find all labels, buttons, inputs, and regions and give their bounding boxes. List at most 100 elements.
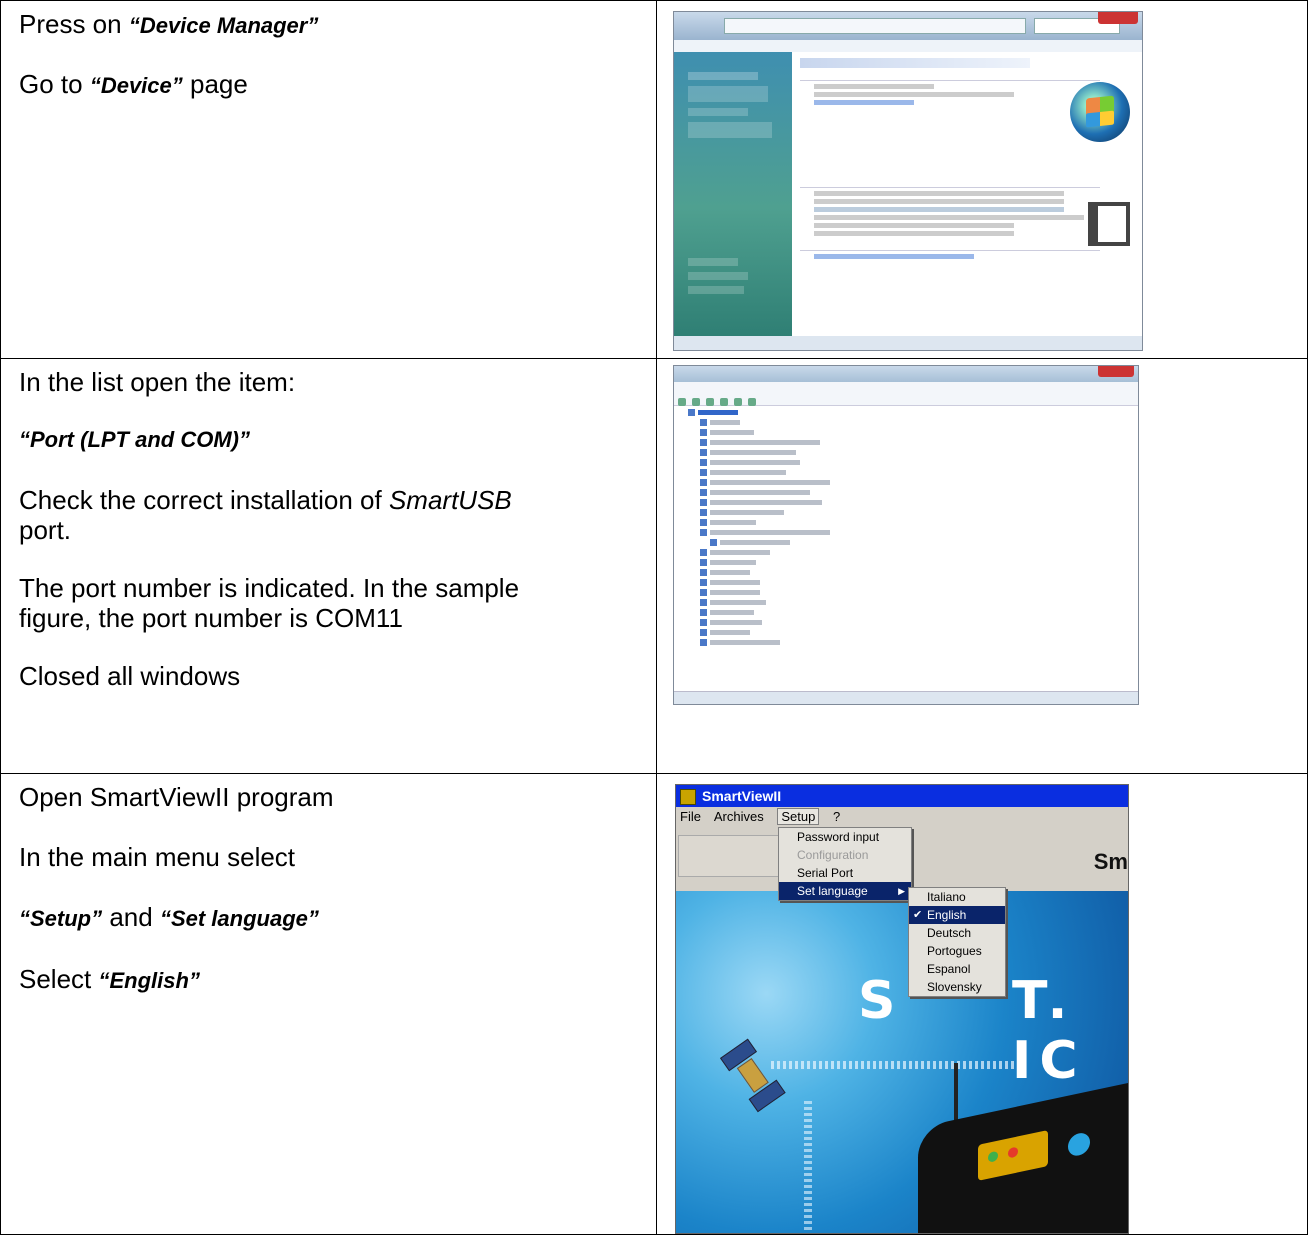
- tree-node-bar: [720, 539, 790, 545]
- close-icon: [1098, 12, 1138, 24]
- language-italiano[interactable]: Italiano: [909, 888, 1005, 906]
- device-icon: [700, 458, 707, 466]
- plain-text: Select: [19, 964, 99, 994]
- tree-node[interactable]: [688, 438, 1138, 448]
- tree-node[interactable]: [688, 528, 1138, 538]
- device-icon: [710, 538, 717, 546]
- tree-node[interactable]: [688, 418, 1138, 428]
- plain-text: and: [102, 902, 160, 932]
- step-row-1: Press on “Device Manager” Go to “Device”…: [0, 0, 1308, 359]
- menu-item-serial-port[interactable]: Serial Port: [779, 864, 911, 882]
- tree-node[interactable]: [688, 538, 1138, 548]
- step-line: In the list open the item:: [19, 367, 296, 397]
- plain-text: Check the correct installation of: [19, 485, 389, 515]
- device-icon: [700, 568, 707, 576]
- plain-text: Go to: [19, 69, 90, 99]
- menu-item-password-input[interactable]: Password input: [779, 828, 911, 846]
- step-text-1: Press on “Device Manager” Go to “Device”…: [0, 0, 657, 359]
- tree-node[interactable]: [688, 558, 1138, 568]
- tree-node[interactable]: [688, 458, 1138, 468]
- tree-node[interactable]: [688, 628, 1138, 638]
- step-line: “Setup” and “Set language”: [19, 902, 656, 934]
- tree-node[interactable]: [688, 428, 1138, 438]
- italic-term: SmartUSB: [388, 485, 512, 515]
- device-tree: [674, 406, 1138, 648]
- tree-node-bar: [710, 519, 756, 525]
- tree-node[interactable]: [688, 548, 1138, 558]
- tree-node-bar: [710, 599, 766, 605]
- tree-node[interactable]: [688, 578, 1138, 588]
- device-manager-screenshot: [673, 365, 1139, 705]
- menu-file[interactable]: File: [680, 809, 701, 824]
- tree-node[interactable]: [688, 408, 1138, 418]
- tree-node-bar: [710, 429, 754, 435]
- tree-node-bar: [710, 469, 786, 475]
- menu-item-label: Set language: [797, 884, 868, 898]
- task-pane: [674, 52, 792, 336]
- device-icon: [700, 578, 707, 586]
- antenna-graphic: [954, 1063, 958, 1123]
- tree-node[interactable]: [688, 588, 1138, 598]
- step-line: figure, the port number is COM11: [19, 603, 403, 633]
- tree-node[interactable]: [688, 638, 1138, 648]
- step-image-3: SmartViewII File Archives Setup ? Sm S T…: [656, 773, 1308, 1235]
- step-row-2: In the list open the item: “Port (LPT an…: [0, 358, 1308, 774]
- main-menu: File Archives Setup ?: [676, 807, 1128, 827]
- step-line: Open SmartViewII program: [19, 782, 334, 812]
- device-icon: [700, 628, 707, 636]
- tree-node[interactable]: [688, 618, 1138, 628]
- tree-node[interactable]: [688, 608, 1138, 618]
- tree-node-bar: [710, 419, 740, 425]
- tree-node-bar: [710, 569, 750, 575]
- menu-item-label: English: [927, 908, 967, 922]
- menu-item-set-language[interactable]: Set language ▶: [779, 882, 911, 900]
- status-bar: [674, 336, 1142, 350]
- tree-node[interactable]: [688, 448, 1138, 458]
- menu-setup[interactable]: Setup: [777, 808, 820, 825]
- data-stream-graphic: [771, 1061, 1021, 1069]
- checkmark-icon: ✔: [913, 909, 923, 921]
- tree-node[interactable]: [688, 598, 1138, 608]
- quoted-term: “Device Manager”: [128, 13, 319, 38]
- tree-node-bar: [710, 639, 780, 645]
- device-icon: [700, 528, 707, 536]
- language-slovensky[interactable]: Slovensky: [909, 978, 1005, 996]
- banner-text: S: [858, 971, 904, 1031]
- banner-text: T. IC: [1012, 971, 1086, 1091]
- menu-item-configuration: Configuration: [797, 848, 869, 862]
- tree-node[interactable]: [688, 468, 1138, 478]
- tree-node[interactable]: [688, 498, 1138, 508]
- language-espanol[interactable]: Espanol: [909, 960, 1005, 978]
- device-icon: [700, 448, 707, 456]
- tree-node[interactable]: [688, 488, 1138, 498]
- quoted-term: “English”: [98, 968, 200, 993]
- tree-node-bar: [710, 529, 830, 535]
- tree-node-bar: [710, 559, 756, 565]
- step-line: Go to “Device” page: [19, 69, 656, 101]
- window-titlebar: [674, 12, 1142, 40]
- quoted-term: “Device”: [89, 73, 183, 98]
- tree-node-bar: [710, 589, 760, 595]
- step-line: In the main menu select: [19, 842, 296, 872]
- tree-node-bar: [710, 609, 754, 615]
- tree-node[interactable]: [688, 478, 1138, 488]
- step-text-2: In the list open the item: “Port (LPT an…: [0, 358, 657, 774]
- device-icon: [700, 518, 707, 526]
- device-icon: [700, 638, 707, 646]
- tree-node[interactable]: [688, 508, 1138, 518]
- step-line: The port number is indicated. In the sam…: [19, 573, 520, 603]
- tree-node[interactable]: [688, 568, 1138, 578]
- tree-node[interactable]: [688, 518, 1138, 528]
- language-portogues[interactable]: Portogues: [909, 942, 1005, 960]
- menu-help[interactable]: ?: [833, 809, 840, 824]
- device-icon: [700, 498, 707, 506]
- menu-archives[interactable]: Archives: [714, 809, 764, 824]
- language-english[interactable]: ✔ English: [909, 906, 1005, 924]
- tree-node-bar: [710, 619, 762, 625]
- language-deutsch[interactable]: Deutsch: [909, 924, 1005, 942]
- device-icon: [700, 588, 707, 596]
- close-icon: [1098, 366, 1134, 377]
- step-text-3: Open SmartViewII program In the main men…: [0, 773, 657, 1235]
- status-bar: [674, 691, 1138, 704]
- device-icon: [700, 468, 707, 476]
